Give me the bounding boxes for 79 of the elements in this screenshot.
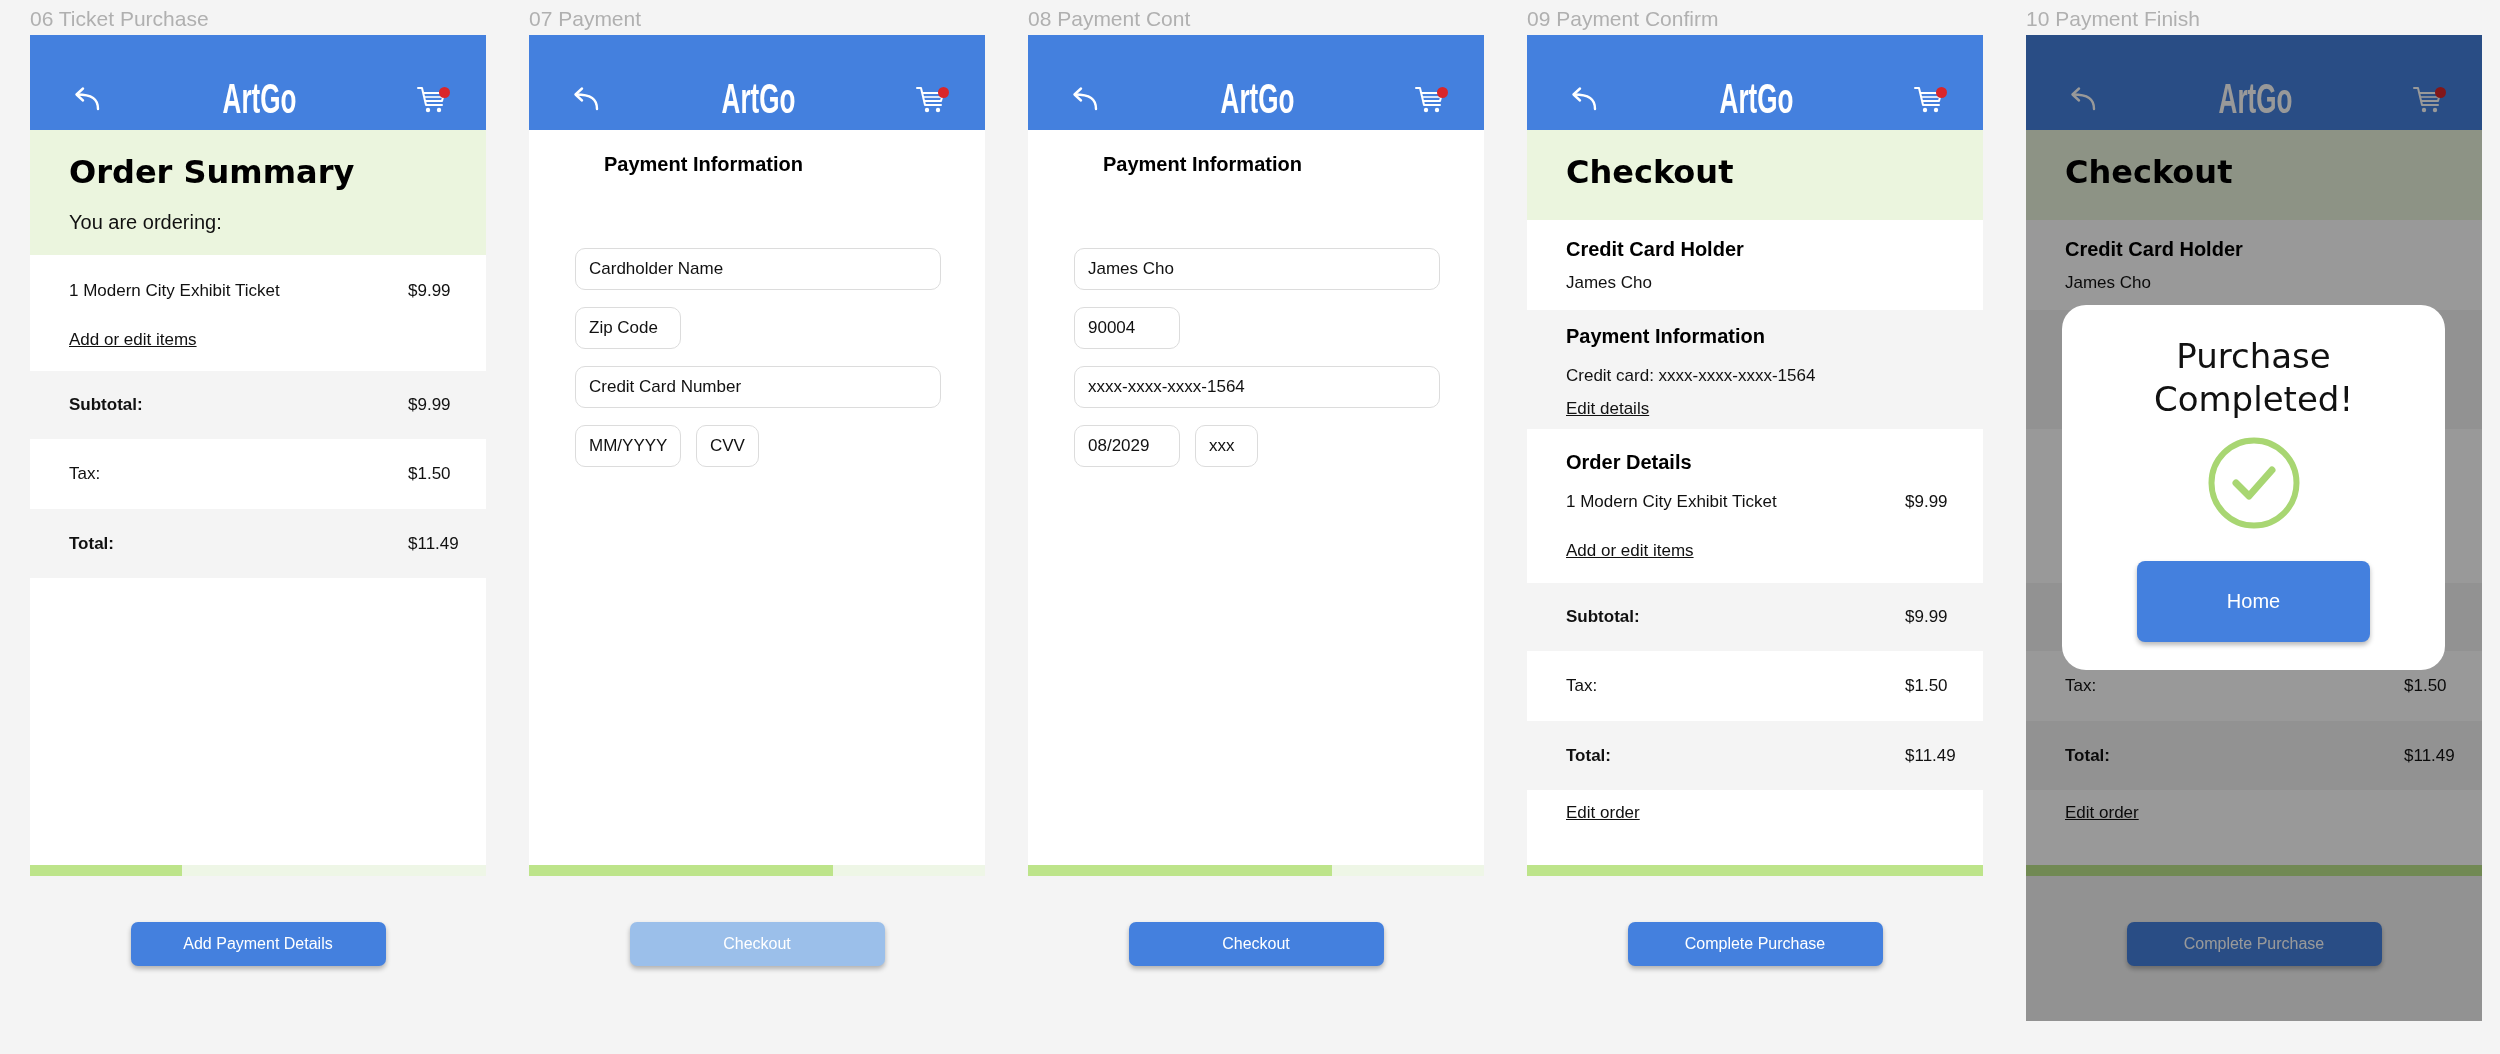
back-arrow-icon[interactable] xyxy=(1070,86,1098,112)
app-logo: ArtGo xyxy=(1719,82,1794,116)
input-field[interactable]: xxxx-xxxx-xxxx-1564 xyxy=(1074,366,1440,408)
amount-value: $11.49 xyxy=(1905,745,1956,766)
input-field[interactable]: Zip Code xyxy=(575,307,681,349)
section-heading: Credit Card Holder xyxy=(2065,237,2243,261)
action-button[interactable]: Checkout xyxy=(1128,922,1384,966)
dialog-button[interactable]: Home xyxy=(2137,561,2370,642)
back-arrow-icon[interactable] xyxy=(72,86,100,112)
amount-label: Total: xyxy=(1566,745,1611,766)
screen-label: 07 Payment xyxy=(529,8,642,30)
page-subtitle: You are ordering: xyxy=(69,210,223,234)
section-heading: Payment Information xyxy=(1103,152,1302,176)
amount-label: Total: xyxy=(69,533,114,554)
cart-icon[interactable] xyxy=(417,85,445,113)
input-field[interactable]: xxx xyxy=(1195,425,1258,467)
section-text: James Cho xyxy=(1566,273,1652,293)
cart-icon[interactable] xyxy=(1914,85,1942,113)
amount-value: $11.49 xyxy=(2404,745,2455,766)
amount-value: $1.50 xyxy=(408,464,451,484)
notification-dot-icon xyxy=(439,86,450,98)
action-button[interactable]: Add Payment Details xyxy=(130,922,386,966)
page-title: Order Summary xyxy=(69,152,356,192)
edit-link[interactable]: Edit order xyxy=(1566,803,1640,823)
amount-label: Subtotal: xyxy=(1566,607,1640,627)
amount-label: Tax: xyxy=(69,464,101,484)
notification-dot-icon xyxy=(2435,86,2446,98)
amount-label: Tax: xyxy=(2065,676,2097,696)
app-logo: ArtGo xyxy=(222,82,297,116)
amount-label: Tax: xyxy=(1566,676,1598,696)
screen-label: 08 Payment Cont xyxy=(1028,8,1191,30)
screen-label: 09 Payment Confirm xyxy=(1527,8,1719,30)
edit-link[interactable]: Add or edit items xyxy=(69,330,197,350)
edit-link[interactable]: Add or edit items xyxy=(1566,541,1694,561)
input-field[interactable]: 90004 xyxy=(1074,307,1180,349)
action-button[interactable]: Complete Purchase xyxy=(1627,922,1883,966)
input-field[interactable]: Credit Card Number xyxy=(575,366,941,408)
section-heading: Payment Information xyxy=(1566,324,1765,348)
check-circle-icon xyxy=(2207,437,2300,529)
app-logo: ArtGo xyxy=(721,82,796,116)
edit-link[interactable]: Edit details xyxy=(1566,399,1650,419)
section-heading: Credit Card Holder xyxy=(1566,237,1744,261)
back-arrow-icon[interactable] xyxy=(1569,86,1597,112)
page-title: Checkout xyxy=(2065,152,2234,192)
section-text: Credit card: xxxx-xxxx-xxxx-1564 xyxy=(1566,366,1816,386)
input-field[interactable]: Cardholder Name xyxy=(575,248,941,290)
screen-label: 06 Ticket Purchase xyxy=(30,8,209,30)
input-field[interactable]: MM/YYYY xyxy=(575,425,681,467)
item-name: 1 Modern City Exhibit Ticket xyxy=(69,281,280,301)
screen-label: 10 Payment Finish xyxy=(2026,8,2200,30)
amount-label: Subtotal: xyxy=(69,395,143,415)
section-heading: Payment Information xyxy=(604,152,803,176)
item-name: 1 Modern City Exhibit Ticket xyxy=(1566,492,1777,512)
edit-link[interactable]: Edit order xyxy=(2065,803,2139,823)
amount-label: Total: xyxy=(2065,745,2110,766)
amount-value: $11.49 xyxy=(408,533,459,554)
cart-icon[interactable] xyxy=(1415,85,1443,113)
back-arrow-icon[interactable] xyxy=(571,86,599,112)
app-logo: ArtGo xyxy=(1220,82,1295,116)
app-logo: ArtGo xyxy=(2218,82,2293,116)
amount-value: $1.50 xyxy=(2404,676,2447,696)
notification-dot-icon xyxy=(938,86,949,98)
amount-value: $9.99 xyxy=(408,395,451,415)
notification-dot-icon xyxy=(1437,86,1448,98)
page-title: Checkout xyxy=(1566,152,1735,192)
input-field[interactable]: James Cho xyxy=(1074,248,1440,290)
input-field[interactable]: 08/2029 xyxy=(1074,425,1180,467)
amount-value: $1.50 xyxy=(1905,676,1948,696)
amount-value: $9.99 xyxy=(1905,607,1948,627)
back-arrow-icon[interactable] xyxy=(2068,86,2096,112)
item-price: $9.99 xyxy=(408,281,451,301)
section-heading: Order Details xyxy=(1566,450,1692,474)
cart-icon[interactable] xyxy=(916,85,944,113)
notification-dot-icon xyxy=(1936,86,1947,98)
item-price: $9.99 xyxy=(1905,492,1948,512)
input-field[interactable]: CVV xyxy=(696,425,759,467)
dialog-title: Purchase Completed! xyxy=(2153,335,2354,421)
section-text: James Cho xyxy=(2065,273,2151,293)
cart-icon[interactable] xyxy=(2413,85,2441,113)
